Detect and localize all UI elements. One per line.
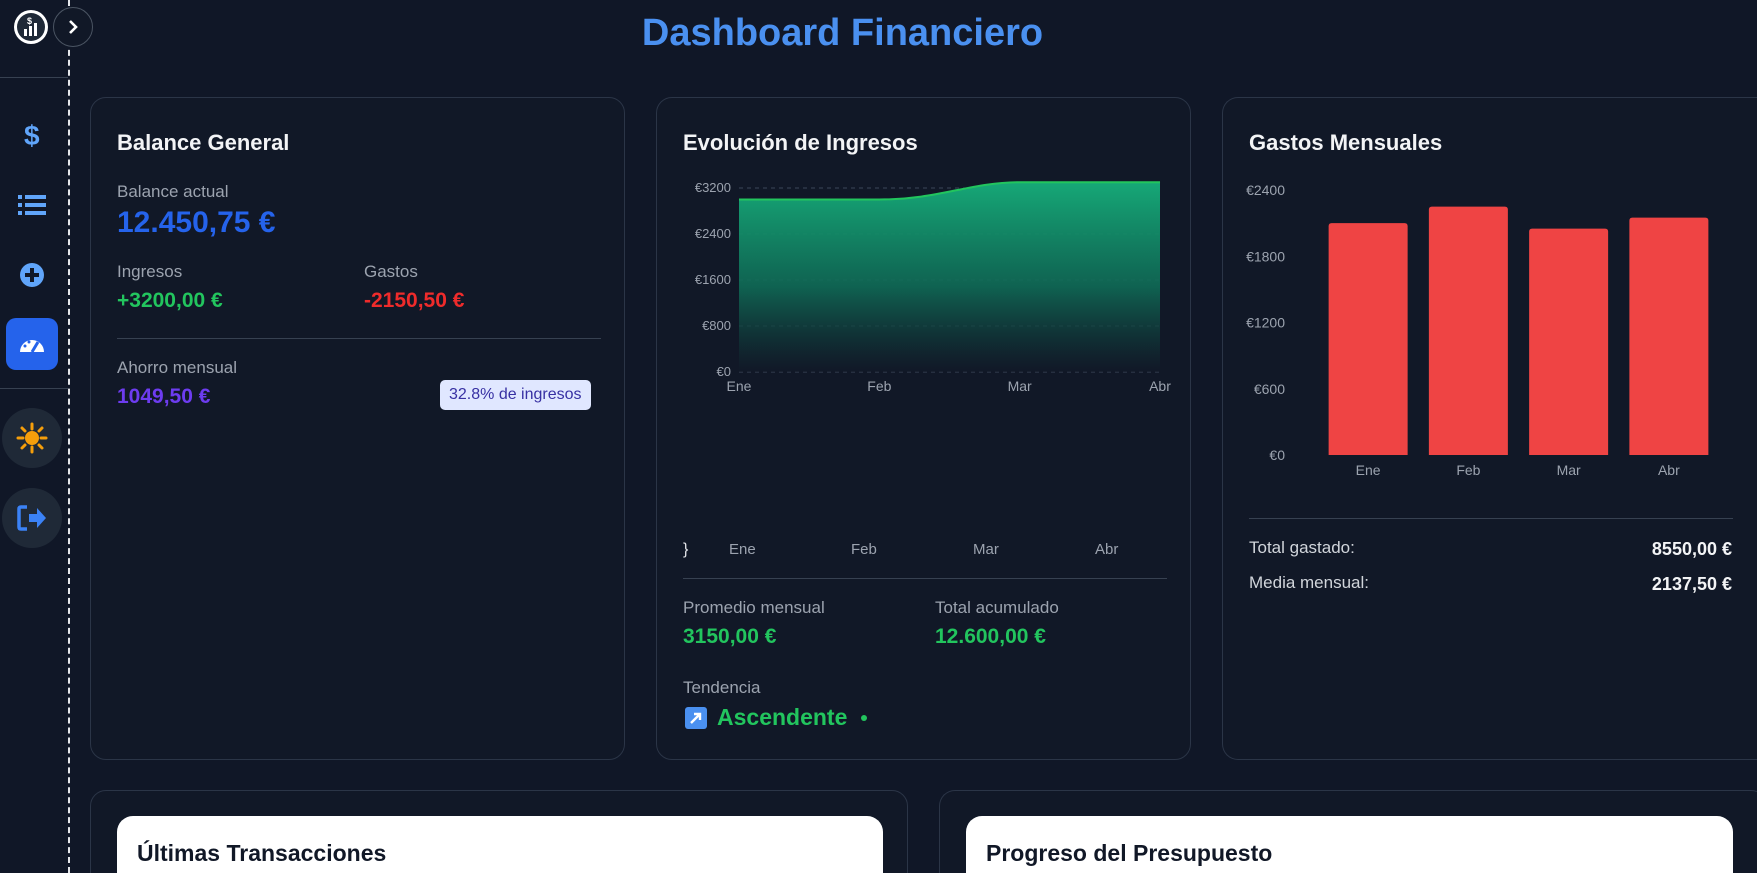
y-tick-label: €2400 [695, 226, 731, 241]
total-spent-label: Total gastado: [1249, 538, 1355, 557]
transactions-card: Últimas Transacciones [90, 790, 908, 873]
arrow-up-right-icon [685, 706, 707, 729]
budget-panel: Progreso del Presupuesto [966, 816, 1733, 873]
income-divider [683, 578, 1167, 579]
expense-bar [1529, 228, 1609, 455]
savings-percent-badge: 32.8% de ingresos [440, 380, 591, 410]
sidebar-item-list[interactable] [6, 179, 58, 231]
y-tick-label: €1200 [1246, 315, 1285, 331]
expense-label: Gastos [364, 262, 418, 281]
theme-toggle-button[interactable] [2, 408, 62, 468]
y-tick-label: €1600 [695, 272, 731, 287]
trend-indicator-dot [861, 714, 868, 721]
avg-income-label: Promedio mensual [683, 598, 825, 617]
logout-icon [17, 505, 46, 531]
income-card-title: Evolución de Ingresos [683, 130, 918, 155]
sidebar-divider [0, 77, 68, 78]
expense-bar [1328, 223, 1408, 455]
list-icon [18, 195, 46, 215]
month-label: Mar [973, 541, 999, 558]
sun-icon [16, 422, 48, 454]
total-income-label: Total acumulado [935, 598, 1059, 617]
budget-title: Progreso del Presupuesto [986, 840, 1273, 866]
savings-label: Ahorro mensual [117, 358, 238, 377]
income-area-chart: €0 €800 €1600 €2400 €3200 Ene Feb Mar Abr [695, 180, 1171, 394]
income-value: +3200,00 € [117, 289, 223, 312]
sidebar-item-dashboard[interactable] [6, 318, 58, 370]
y-tick-label: €3200 [695, 180, 731, 195]
income-month-row: Ene Feb Mar Abr } [683, 541, 1119, 558]
y-tick-label: €2400 [1246, 182, 1285, 198]
x-tick-label: Ene [1356, 462, 1381, 478]
balance-divider [117, 338, 601, 339]
svg-text:$: $ [24, 120, 40, 150]
monthly-avg-value: 2137,50 € [1651, 574, 1732, 594]
x-tick-label: Feb [867, 378, 891, 394]
x-tick-label: Abr [1658, 462, 1680, 478]
trend-value: Ascendente [717, 704, 848, 730]
trend-row: Ascendente [685, 704, 868, 731]
expense-value: -2150,50 € [364, 289, 465, 312]
avg-income-value: 3150,00 € [683, 625, 777, 648]
y-tick-label: €800 [702, 318, 731, 333]
page-title: Dashboard Financiero [641, 12, 1044, 54]
expense-bar [1629, 217, 1709, 455]
sidebar-item-add[interactable] [6, 249, 58, 301]
month-label: Ene [729, 541, 756, 558]
sidebar-item-dollar[interactable]: $ [6, 109, 58, 161]
transactions-panel: Últimas Transacciones [117, 816, 883, 873]
x-tick-label: Mar [1557, 462, 1581, 478]
y-tick-label: €1800 [1246, 248, 1285, 264]
add-circle-icon [20, 263, 44, 287]
monthly-expenses-card: Gastos Mensuales €0 €600 €1200 €1800 €2400 En… [1222, 97, 1757, 760]
y-tick-label: €0 [1269, 447, 1285, 463]
x-tick-label: Feb [1456, 462, 1480, 478]
transactions-title: Últimas Transacciones [137, 840, 387, 866]
expense-bar [1428, 206, 1508, 455]
logout-button[interactable] [2, 488, 62, 548]
savings-value: 1049,50 € [117, 385, 211, 408]
month-label: Feb [851, 541, 877, 558]
expenses-card-title: Gastos Mensuales [1249, 130, 1443, 155]
dashboard-gauge-icon [20, 340, 44, 353]
sidebar: $ $ [0, 0, 93, 873]
sidebar-toggle-button[interactable] [53, 7, 93, 47]
expenses-bar-chart: €0 €600 €1200 €1800 €2400 Ene Feb Mar Abr [1246, 182, 1709, 478]
monthly-avg-label: Media mensual: [1249, 573, 1370, 592]
chevron-right-icon [69, 20, 78, 34]
x-tick-label: Ene [727, 378, 752, 394]
month-label: Abr [1095, 541, 1119, 558]
current-balance-value: 12.450,75 € [117, 206, 276, 239]
income-area [739, 182, 1160, 372]
x-tick-label: Mar [1008, 378, 1032, 394]
expenses-divider [1249, 518, 1733, 519]
balance-card: Balance General Balance actual 12.450,75… [90, 97, 625, 760]
balance-card-title: Balance General [117, 130, 290, 155]
total-income-value: 12.600,00 € [935, 625, 1046, 648]
income-evolution-card: Evolución de Ingresos €0 €800 €1600 €2400 €3… [656, 97, 1191, 760]
trend-label: Tendencia [683, 678, 761, 697]
current-balance-label: Balance actual [117, 182, 229, 201]
dollar-icon: $ [24, 120, 40, 150]
income-label: Ingresos [117, 262, 183, 281]
budget-progress-card: Progreso del Presupuesto [939, 790, 1757, 873]
x-tick-label: Abr [1149, 378, 1171, 394]
y-tick-label: €0 [717, 364, 731, 379]
y-tick-label: €600 [1254, 381, 1285, 397]
total-spent-value: 8550,00 € [1651, 539, 1732, 559]
sidebar-divider [0, 388, 68, 389]
